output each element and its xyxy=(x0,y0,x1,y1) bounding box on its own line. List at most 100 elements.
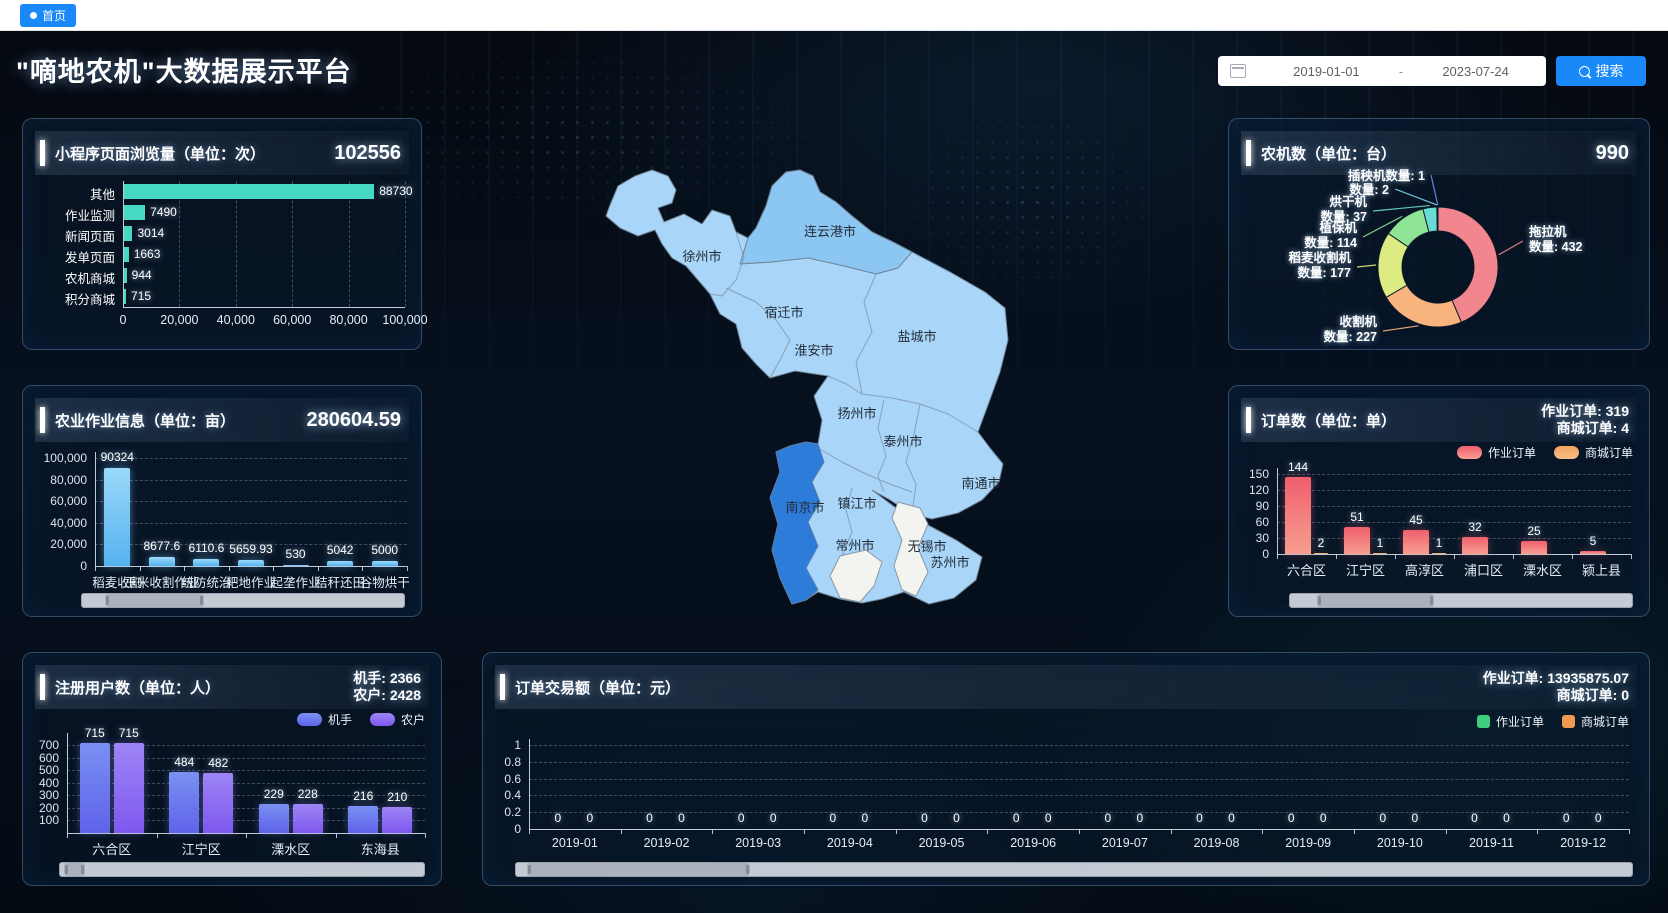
category-label: 统防统治 xyxy=(181,572,231,591)
bar[interactable] xyxy=(104,468,130,566)
scrollbar-track[interactable] xyxy=(1289,593,1633,608)
bar-value-label: 90324 xyxy=(101,450,134,464)
axis-tick xyxy=(896,829,897,834)
bar-value-label: 32 xyxy=(1468,520,1481,534)
bar-value-label: 8677.6 xyxy=(143,539,180,553)
grid-line xyxy=(529,762,1629,763)
legend-item[interactable]: 作业订单 xyxy=(1457,444,1536,461)
map-label-xuzhou[interactable]: 徐州市 xyxy=(682,249,721,264)
scrollbar-handle[interactable] xyxy=(527,863,750,876)
map-label-changzhou[interactable]: 常州市 xyxy=(835,538,874,553)
legend-item[interactable]: 农户 xyxy=(370,711,425,728)
search-icon xyxy=(1579,66,1590,77)
scrollbar-handle[interactable] xyxy=(1317,594,1433,607)
panel-orders: 订单数（单位：单） 作业订单319 商城订单4 1501209060300作业订… xyxy=(1228,385,1650,617)
bar[interactable] xyxy=(149,557,175,566)
bar[interactable] xyxy=(124,289,126,304)
bar[interactable] xyxy=(124,226,132,241)
scrollbar-handle[interactable] xyxy=(105,594,205,607)
bar[interactable] xyxy=(124,205,145,220)
date-separator: - xyxy=(1397,64,1405,79)
donut-slice[interactable] xyxy=(1386,285,1461,327)
map-label-lianyungang[interactable]: 连云港市 xyxy=(804,224,856,239)
zero-value-label: 0 xyxy=(1320,811,1327,825)
category-label: 作业监测 xyxy=(23,205,115,224)
bar[interactable] xyxy=(1521,541,1547,554)
bar-value-label: 229 xyxy=(264,787,284,801)
bar[interactable] xyxy=(1344,527,1370,554)
axis-tick-label: 150 xyxy=(1229,467,1269,481)
map-region-lianyungang[interactable] xyxy=(740,170,912,274)
bar[interactable] xyxy=(372,561,398,566)
axis-tick xyxy=(1454,554,1455,559)
legend-item[interactable]: 机手 xyxy=(297,711,352,728)
bar[interactable] xyxy=(124,184,374,199)
axis-tick xyxy=(1262,829,1263,834)
map-label-yancheng[interactable]: 盐城市 xyxy=(897,329,936,344)
bar-value-label: 216 xyxy=(353,789,373,803)
bar[interactable] xyxy=(1403,530,1429,554)
bar-value-label: 5000 xyxy=(371,543,398,557)
bar[interactable] xyxy=(1580,551,1606,554)
axis-tick-label: 1 xyxy=(483,738,521,752)
axis-line xyxy=(1277,468,1278,554)
search-button[interactable]: 搜索 xyxy=(1556,56,1646,86)
date-range-picker[interactable]: 2019-01-01 - 2023-07-24 xyxy=(1218,56,1546,86)
bar[interactable] xyxy=(283,565,309,567)
axis-tick-label: 120 xyxy=(1229,483,1269,497)
calendar-icon xyxy=(1230,64,1246,78)
bar[interactable] xyxy=(1432,553,1446,555)
bar[interactable] xyxy=(169,772,199,833)
bar[interactable] xyxy=(348,806,378,833)
map-label-yangzhou[interactable]: 扬州市 xyxy=(837,406,876,421)
category-label: 2019-02 xyxy=(644,836,690,850)
bar-value-label: 944 xyxy=(132,268,152,282)
chart-legend: 作业订单 商城订单 xyxy=(1457,444,1633,461)
bar-value-label: 715 xyxy=(119,726,139,740)
category-label: 秸秆还田 xyxy=(315,572,365,591)
map-label-suqian[interactable]: 宿迁市 xyxy=(764,305,803,320)
bar[interactable] xyxy=(259,804,289,833)
bar[interactable] xyxy=(327,561,353,566)
bar[interactable] xyxy=(1373,553,1387,555)
legend-item[interactable]: 商城订单 xyxy=(1554,444,1633,461)
map-label-nanjing[interactable]: 南京市 xyxy=(785,500,824,515)
category-label: 2019-01 xyxy=(552,836,598,850)
scrollbar-handle[interactable] xyxy=(64,863,86,876)
axis-tick-label: 60,000 xyxy=(273,313,311,327)
map-label-taizhou[interactable]: 泰州市 xyxy=(883,434,922,449)
bar-value-label: 1663 xyxy=(134,247,161,261)
category-label: 发单页面 xyxy=(23,247,115,266)
zero-value-label: 0 xyxy=(770,811,777,825)
tab-home[interactable]: 首页 xyxy=(20,4,76,27)
legend-item[interactable]: 作业订单 xyxy=(1477,713,1544,730)
bar[interactable] xyxy=(382,807,412,833)
end-date-value[interactable]: 2023-07-24 xyxy=(1405,64,1546,79)
grid-line xyxy=(95,480,407,481)
axis-tick-label: 0.4 xyxy=(483,788,521,802)
bar[interactable] xyxy=(193,559,219,566)
scrollbar-track[interactable] xyxy=(59,862,425,877)
bar[interactable] xyxy=(238,560,264,566)
map-label-wuxi[interactable]: 无锡市 xyxy=(907,539,946,554)
map-label-nantong[interactable]: 南通市 xyxy=(961,476,1000,491)
legend-item[interactable]: 商城订单 xyxy=(1562,713,1629,730)
bar-value-label: 484 xyxy=(174,755,194,769)
bar[interactable] xyxy=(124,268,127,283)
bar[interactable] xyxy=(1314,553,1328,555)
bar[interactable] xyxy=(1285,477,1311,554)
bar[interactable] xyxy=(80,743,110,833)
bar[interactable] xyxy=(1462,537,1488,554)
bar[interactable] xyxy=(293,804,323,833)
map-label-suzhou[interactable]: 苏州市 xyxy=(930,555,969,570)
scrollbar-track[interactable] xyxy=(81,593,405,608)
bar[interactable] xyxy=(114,743,144,833)
start-date-value[interactable]: 2019-01-01 xyxy=(1256,64,1397,79)
legend-label: 机手 xyxy=(328,711,352,728)
scrollbar-track[interactable] xyxy=(515,862,1633,877)
bar[interactable] xyxy=(124,247,129,262)
panel-transactions: 订单交易额（单位：元） 作业订单13935875.07 商城订单0 10.80.… xyxy=(482,652,1650,886)
bar[interactable] xyxy=(203,773,233,833)
map-label-zhenjiang[interactable]: 镇江市 xyxy=(837,496,876,511)
map-label-huaian[interactable]: 淮安市 xyxy=(794,343,833,358)
